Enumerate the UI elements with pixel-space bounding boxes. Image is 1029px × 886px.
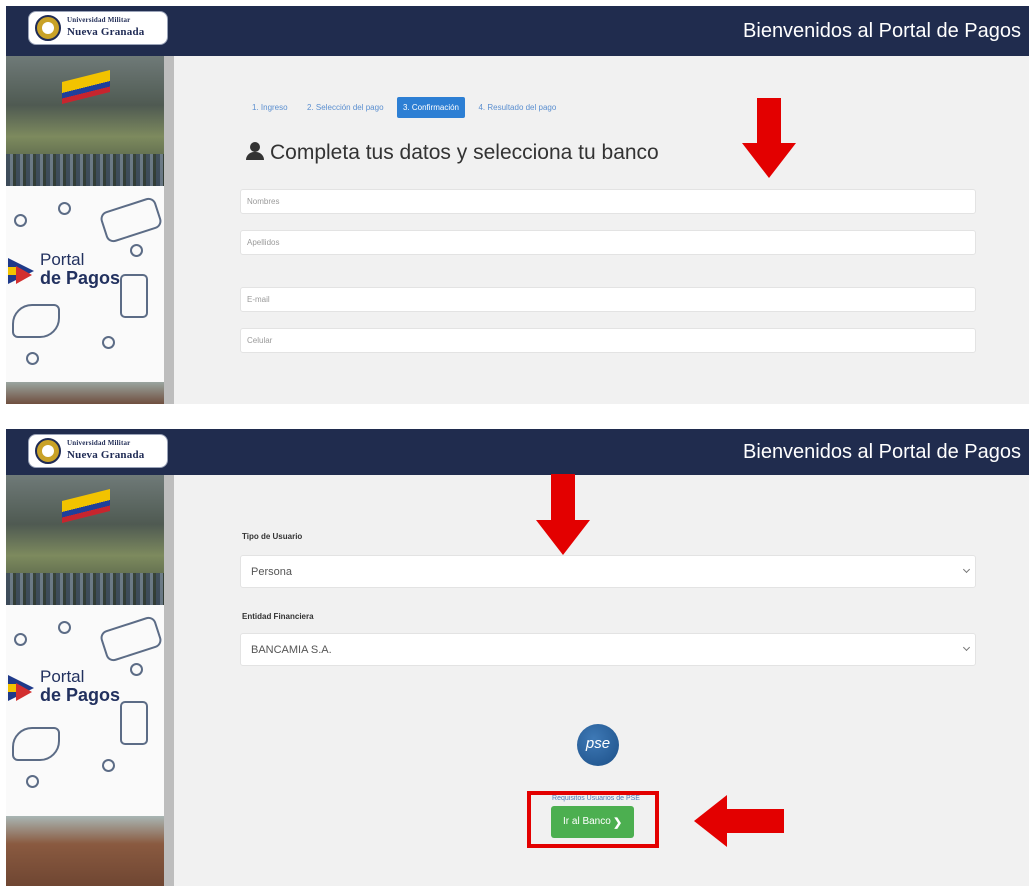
sidebar-banner: Portal de Pagos <box>6 475 174 886</box>
university-seal-icon <box>35 438 61 464</box>
portal-brand-icon <box>8 258 36 284</box>
chevron-down-icon <box>962 565 971 574</box>
tipo-usuario-label: Tipo de Usuario <box>242 532 303 541</box>
card-doodle-icon <box>98 195 164 245</box>
step-ingreso[interactable]: 1. Ingreso <box>246 97 294 118</box>
header-bar: Universidad Militar Nueva Granada Bienve… <box>6 429 1029 475</box>
form-title-text: Completa tus datos y selecciona tu banco <box>270 141 659 164</box>
portal-title: Bienvenidos al Portal de Pagos <box>743 441 1021 463</box>
brand-portal: Portal <box>40 250 85 269</box>
card-doodle-icon <box>98 614 164 664</box>
tipo-usuario-value: Persona <box>251 566 292 578</box>
wizard-steps: 1. Ingreso 2. Selección del pago 3. Conf… <box>246 97 565 119</box>
annotation-highlight-box <box>527 791 659 848</box>
building-photo <box>6 382 164 404</box>
coin-icon <box>26 352 39 365</box>
hand-doodle-icon <box>12 304 60 338</box>
pse-logo-icon[interactable]: pse <box>577 724 619 766</box>
entidad-select[interactable]: BANCAMIA S.A. <box>240 633 976 666</box>
portal-title: Bienvenidos al Portal de Pagos <box>743 20 1021 42</box>
screenshot-bank-selection: Universidad Militar Nueva Granada Bienve… <box>6 429 1029 886</box>
celular-field[interactable] <box>240 328 976 353</box>
brand-de-pagos: de Pagos <box>40 685 121 705</box>
step-seleccion[interactable]: 2. Selección del pago <box>301 97 390 118</box>
flag-icon <box>62 489 110 523</box>
tipo-usuario-select[interactable]: Persona <box>240 555 976 588</box>
coin-icon <box>102 336 115 349</box>
email-field[interactable] <box>240 287 976 312</box>
coin-icon <box>130 244 143 257</box>
coin-icon <box>58 202 71 215</box>
nombres-field[interactable] <box>240 189 976 214</box>
flag-icon <box>62 70 110 104</box>
logo-line1: Universidad Militar <box>67 439 131 447</box>
university-logo[interactable]: Universidad Militar Nueva Granada <box>28 434 168 468</box>
coin-icon <box>130 663 143 676</box>
campus-photo <box>6 475 164 605</box>
nombres-input[interactable] <box>241 190 975 213</box>
university-logo[interactable]: Universidad Militar Nueva Granada <box>28 11 168 45</box>
logo-line1: Universidad Militar <box>67 16 131 24</box>
entidad-label: Entidad Financiera <box>242 612 314 621</box>
phone-doodle-icon <box>120 274 148 318</box>
pse-logo-text: pse <box>585 735 611 752</box>
campus-photo <box>6 56 164 186</box>
coin-icon <box>14 633 27 646</box>
brand-portal: Portal <box>40 667 85 686</box>
user-icon <box>246 142 264 160</box>
building-photo <box>6 816 164 886</box>
sidebar-banner: Portal de Pagos <box>6 56 174 404</box>
coin-icon <box>102 759 115 772</box>
coin-icon <box>14 214 27 227</box>
logo-line2: Nueva Granada <box>67 26 145 38</box>
coin-icon <box>58 621 71 634</box>
step-resultado[interactable]: 4. Resultado del pago <box>472 97 562 118</box>
celular-input[interactable] <box>241 329 975 352</box>
apellidos-field[interactable] <box>240 230 976 255</box>
coin-icon <box>26 775 39 788</box>
header-bar: Universidad Militar Nueva Granada Bienve… <box>6 6 1029 56</box>
phone-doodle-icon <box>120 701 148 745</box>
screenshot-personal-data: Universidad Militar Nueva Granada Bienve… <box>6 6 1029 404</box>
form-title: Completa tus datos y selecciona tu banco <box>246 141 659 165</box>
chevron-down-icon <box>962 643 971 652</box>
step-confirmacion[interactable]: 3. Confirmación <box>396 97 466 118</box>
logo-line2: Nueva Granada <box>67 449 145 461</box>
entidad-value: BANCAMIA S.A. <box>251 644 332 656</box>
hand-doodle-icon <box>12 727 60 761</box>
email-input[interactable] <box>241 288 975 311</box>
university-seal-icon <box>35 15 61 41</box>
brand-de-pagos: de Pagos <box>40 268 121 288</box>
portal-brand-icon <box>8 675 36 701</box>
apellidos-input[interactable] <box>241 231 975 254</box>
